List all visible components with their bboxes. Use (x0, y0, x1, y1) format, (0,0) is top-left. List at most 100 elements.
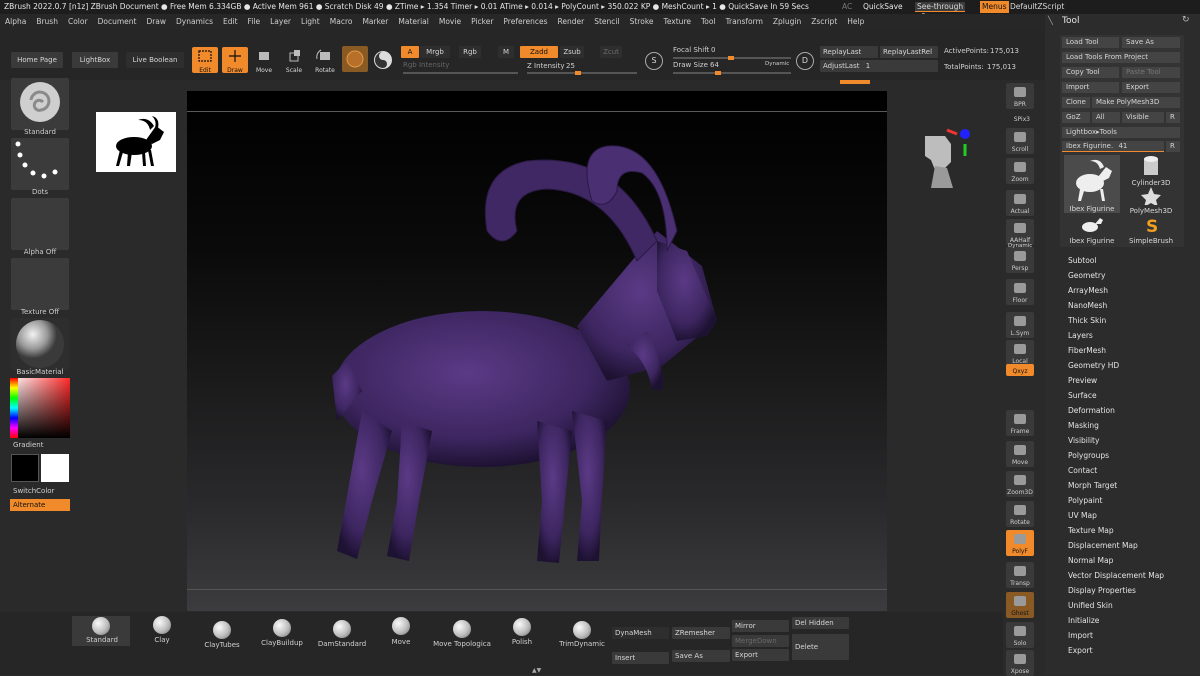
brush-selector[interactable] (11, 78, 69, 130)
zadd-button[interactable]: Zadd (520, 46, 558, 58)
insert-button[interactable]: Insert (612, 652, 669, 664)
shelf-solo-button[interactable]: Solo (1006, 622, 1034, 648)
z-intensity-slider[interactable] (527, 71, 637, 75)
tool-menu-display-properties[interactable]: Display Properties (1068, 586, 1136, 595)
tool-palette-reset-icon[interactable]: ↻ (1182, 15, 1190, 25)
a-button[interactable]: A (401, 46, 419, 58)
save-as-button[interactable]: Save As (1122, 37, 1180, 48)
edit-button[interactable]: Edit (192, 47, 218, 74)
tool-menu-visibility[interactable]: Visibility (1068, 436, 1099, 445)
texture-selector[interactable] (11, 258, 69, 310)
shelf-scroll-button[interactable]: Scroll (1006, 128, 1034, 154)
menu-layer[interactable]: Layer (265, 14, 296, 30)
navigation-head-gizmo[interactable] (917, 126, 970, 188)
tool-menu-import[interactable]: Import (1068, 631, 1093, 640)
merge-down-button[interactable]: MergeDown (732, 635, 789, 647)
alpha-selector[interactable] (11, 198, 69, 250)
menu-macro[interactable]: Macro (325, 14, 358, 30)
hue-strip[interactable] (10, 378, 18, 438)
tool-menu-geometry-hd[interactable]: Geometry HD (1068, 361, 1119, 370)
tool-menu-masking[interactable]: Masking (1068, 421, 1099, 430)
tool-menu-polypaint[interactable]: Polypaint (1068, 496, 1103, 505)
tool-menu-preview[interactable]: Preview (1068, 376, 1097, 385)
tool-menu-vector-displacement-map[interactable]: Vector Displacement Map (1068, 571, 1164, 580)
tool-tile-polymesh3d[interactable]: PolyMesh3D (1122, 185, 1180, 215)
menu-tool[interactable]: Tool (696, 14, 721, 30)
tool-menu-subtool[interactable]: Subtool (1068, 256, 1096, 265)
menu-file[interactable]: File (243, 14, 266, 30)
material-selector[interactable] (11, 318, 69, 370)
menu-brush[interactable]: Brush (31, 14, 63, 30)
lightbox-tools-button[interactable]: Lightbox▸Tools (1062, 127, 1180, 138)
load-tools-from-project-button[interactable]: Load Tools From Project (1062, 52, 1180, 63)
menus-toggle[interactable]: Menus (980, 1, 1009, 13)
menu-texture[interactable]: Texture (659, 14, 696, 30)
shelf-actual-button[interactable]: Actual (1006, 190, 1034, 216)
shelf-xpose-button[interactable]: Xpose (1006, 650, 1034, 676)
export-button[interactable]: Export (1122, 82, 1180, 93)
shelf-collapse-icon[interactable]: ▲▼ (532, 667, 541, 674)
zcut-button[interactable]: Zcut (600, 46, 622, 58)
primary-color-swatch[interactable] (11, 454, 39, 482)
del-hidden-button[interactable]: Del Hidden (792, 617, 849, 629)
m-button[interactable]: M (498, 46, 514, 58)
tool-menu-uv-map[interactable]: UV Map (1068, 511, 1097, 520)
tool-menu-texture-map[interactable]: Texture Map (1068, 526, 1114, 535)
menu-transform[interactable]: Transform (721, 14, 768, 30)
adjust-last-slider[interactable]: AdjustLast 1 (820, 60, 938, 72)
tool-menu-nanomesh[interactable]: NanoMesh (1068, 301, 1107, 310)
goz-visible-button[interactable]: Visible (1122, 112, 1164, 123)
stroke-selector[interactable] (11, 138, 69, 190)
tool-menu-morph-target[interactable]: Morph Target (1068, 481, 1117, 490)
tool-menu-contact[interactable]: Contact (1068, 466, 1097, 475)
shelf-local-button[interactable]: Local (1006, 340, 1034, 366)
menu-light[interactable]: Light (296, 14, 325, 30)
zsub-button[interactable]: Zsub (560, 46, 584, 58)
d-icon[interactable]: D (796, 52, 814, 70)
shelf-lsym-button[interactable]: L.Sym (1006, 312, 1034, 338)
rgb-intensity-slider[interactable] (403, 72, 518, 74)
default-zscript[interactable]: DefaultZScript (1010, 0, 1064, 14)
tool-menu-unified-skin[interactable]: Unified Skin (1068, 601, 1113, 610)
menu-stencil[interactable]: Stencil (589, 14, 624, 30)
switch-color-button[interactable]: SwitchColor (13, 487, 54, 495)
tool-tile-simplebrush[interactable]: S SimpleBrush (1122, 215, 1180, 245)
tool-menu-arraymesh[interactable]: ArrayMesh (1068, 286, 1108, 295)
tool-menu-layers[interactable]: Layers (1068, 331, 1093, 340)
tool-palette-pin-icon[interactable]: ╲ (1048, 16, 1053, 25)
see-through-slider[interactable]: See-through 0 (915, 2, 965, 21)
import-button[interactable]: Import (1062, 82, 1119, 93)
shelf-zoom3d-button[interactable]: Zoom3D (1006, 471, 1034, 497)
shelf-polyf-button[interactable]: PolyF (1006, 530, 1034, 556)
goz-all-button[interactable]: All (1092, 112, 1120, 123)
menu-marker[interactable]: Marker (357, 14, 393, 30)
brush-trimdynamic[interactable]: TrimDynamic (552, 616, 612, 650)
menu-render[interactable]: Render (553, 14, 590, 30)
draw-button[interactable]: Draw (222, 47, 248, 74)
menu-edit[interactable]: Edit (218, 14, 243, 30)
current-tool-slider[interactable]: Ibex Figurine. 41 (1062, 141, 1164, 152)
load-tool-button[interactable]: Load Tool (1062, 37, 1119, 48)
tool-menu-thick-skin[interactable]: Thick Skin (1068, 316, 1106, 325)
shelf-ghost-button[interactable]: Ghost (1006, 592, 1034, 618)
dynamic-toggle[interactable]: Dynamic (765, 61, 789, 67)
focal-shift-slider[interactable] (673, 56, 791, 60)
make-polymesh3d-button[interactable]: Make PolyMesh3D (1092, 97, 1180, 108)
shelf-zoom-button[interactable]: Zoom (1006, 158, 1034, 184)
live-boolean-button[interactable]: Live Boolean (126, 52, 184, 68)
tool-tile-cylinder3d[interactable]: Cylinder3D (1122, 155, 1180, 187)
menu-color[interactable]: Color (63, 14, 93, 30)
shelf-transp-button[interactable]: Transp (1006, 562, 1034, 588)
quicksave-button[interactable]: QuickSave (863, 0, 903, 14)
home-page-button[interactable]: Home Page (11, 52, 63, 68)
shelf-move-button[interactable]: Move (1006, 441, 1034, 467)
viewport-canvas[interactable] (187, 91, 970, 611)
clone-button[interactable]: Clone (1062, 97, 1090, 108)
shelf-frame-button[interactable]: Frame (1006, 410, 1034, 436)
shelf-qxyz-button[interactable]: Qxyz (1006, 364, 1034, 376)
tool-menu-surface[interactable]: Surface (1068, 391, 1097, 400)
menu-help[interactable]: Help (842, 14, 869, 30)
menu-picker[interactable]: Picker (466, 14, 498, 30)
material-swatch[interactable] (342, 46, 368, 72)
tool-menu-export[interactable]: Export (1068, 646, 1093, 655)
